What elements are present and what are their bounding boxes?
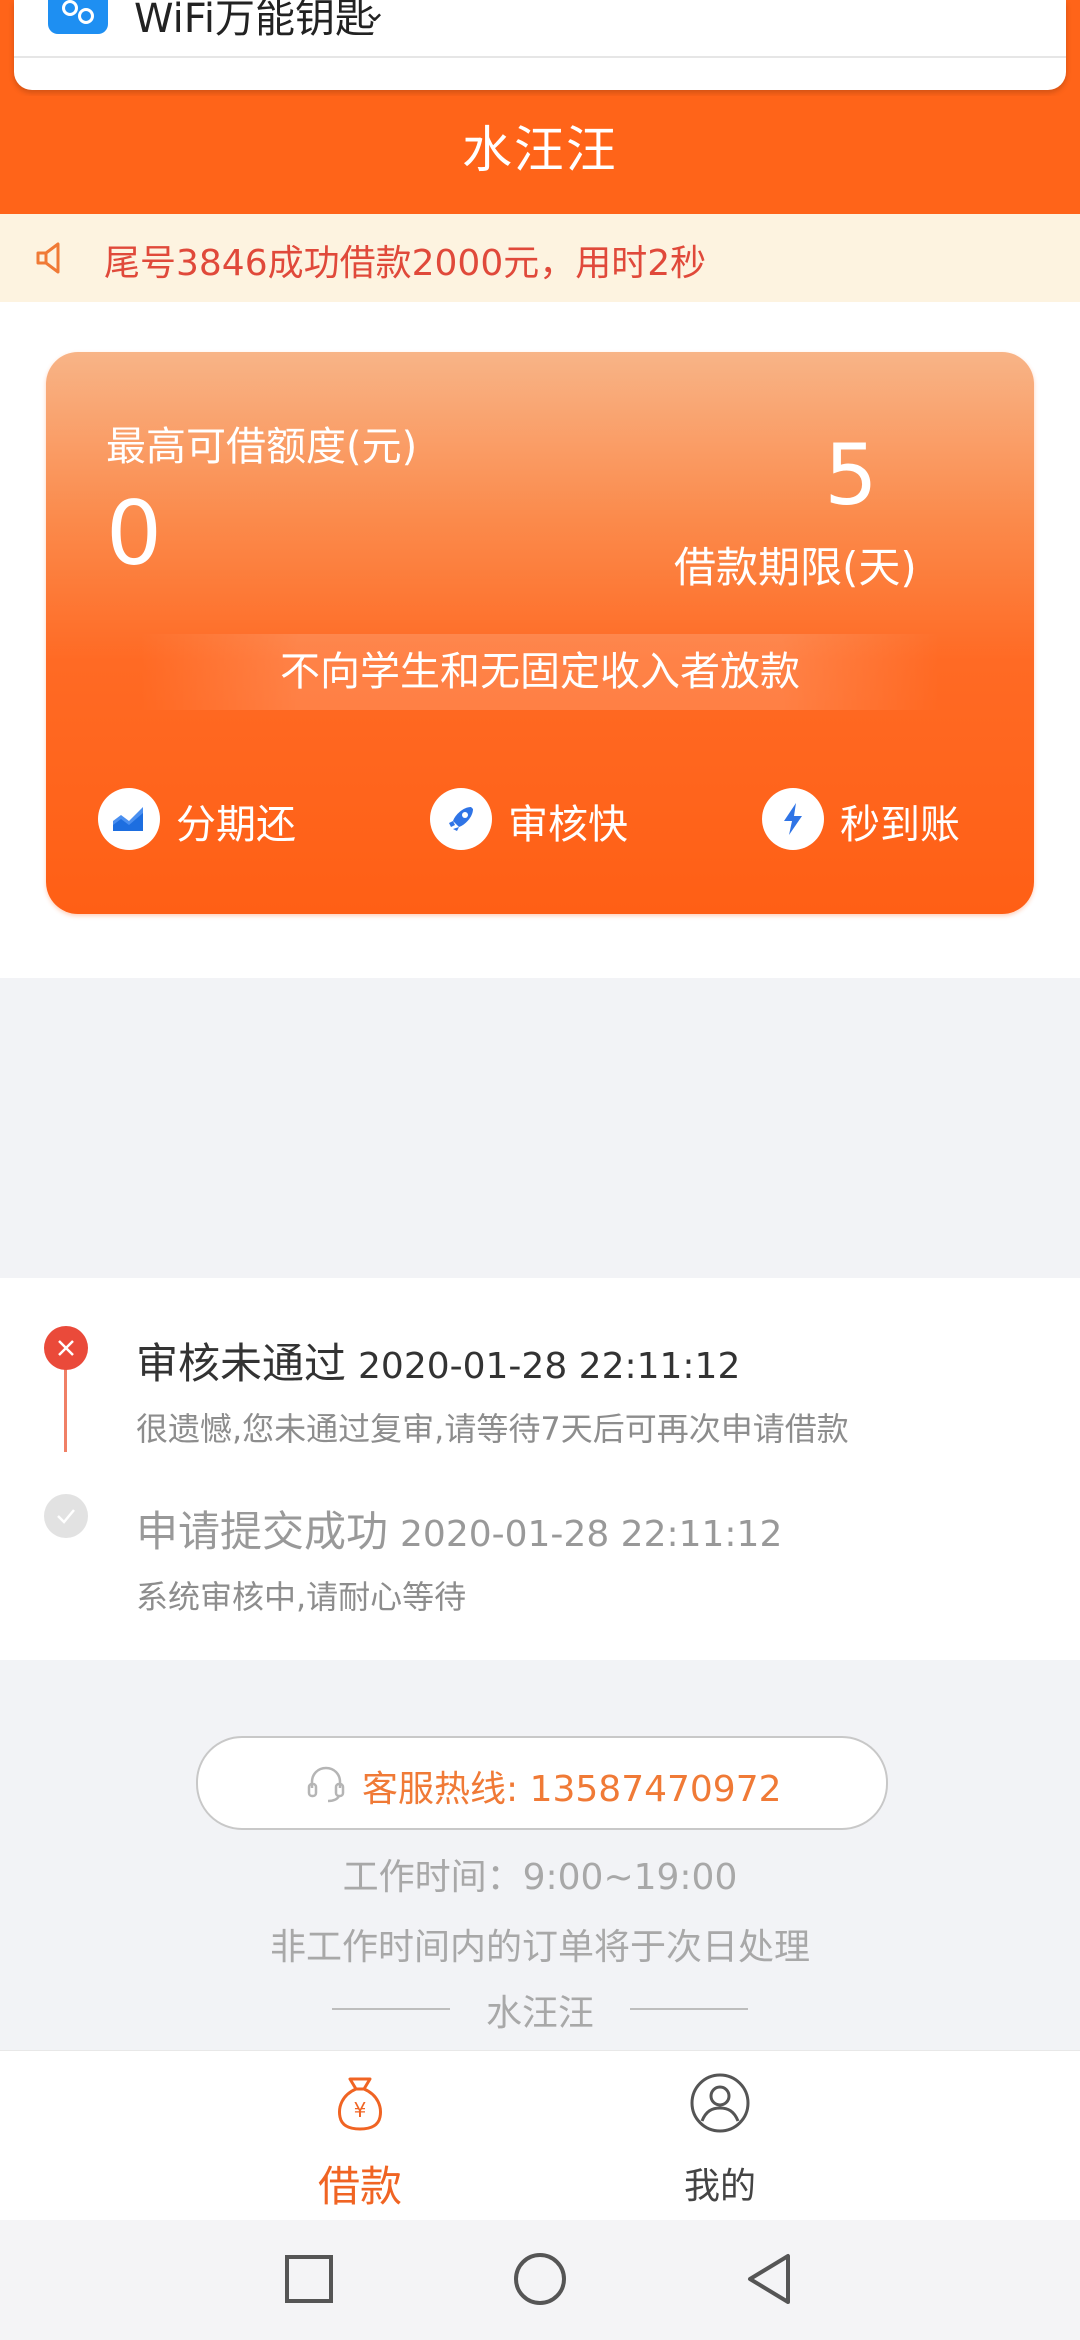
popup-header: WiFi万能钥匙 ⌄	[14, 0, 1066, 58]
tab-loan[interactable]: ¥ 借款	[240, 2051, 480, 2221]
page-header: 水汪汪	[0, 96, 1080, 214]
wifi-app-icon	[48, 0, 108, 34]
max-amount-label: 最高可借额度(元)	[106, 424, 418, 470]
loan-term-value: 5	[824, 426, 878, 524]
home-icon[interactable]	[505, 2244, 575, 2314]
max-amount-value: 0	[106, 482, 162, 585]
loan-card-area: 最高可借额度(元) 0 5 借款期限(天) 不向学生和无固定收入者放款 分期还	[0, 302, 1080, 978]
policy-strip: 不向学生和无固定收入者放款	[140, 634, 940, 710]
review-timeline: 审核未通过 2020-01-28 22:11:12 很遗憾,您未通过复审,请等待7…	[0, 1278, 1080, 1660]
spacer	[0, 978, 1080, 1278]
timeline-item-time: 2020-01-28 22:11:12	[400, 1514, 783, 1555]
loan-card: 最高可借额度(元) 0 5 借款期限(天) 不向学生和无固定收入者放款 分期还	[46, 352, 1034, 914]
wifi-popup-card[interactable]: WiFi万能钥匙 ⌄	[14, 0, 1066, 90]
rocket-icon	[430, 788, 492, 850]
footer-brand: 水汪汪	[0, 1984, 1080, 2034]
timeline-item-title: 审核未通过 2020-01-28 22:11:12	[136, 1339, 741, 1388]
lightning-icon	[762, 788, 824, 850]
timeline-item-desc: 系统审核中,请耐心等待	[136, 1578, 467, 1616]
chevron-down-icon[interactable]: ⌄	[362, 0, 387, 29]
bottom-tab-bar: ¥ 借款 我的	[0, 2050, 1080, 2221]
money-bag-icon: ¥	[338, 2077, 382, 2131]
check-icon	[44, 1494, 88, 1538]
notice-bar: 尾号3846成功借款2000元，用时2秒	[0, 214, 1080, 302]
top-popup-background: WiFi万能钥匙 ⌄	[0, 0, 1080, 96]
tab-label: 借款	[317, 2162, 402, 2211]
hotline-text: 客服热线: 13587470972	[362, 1769, 782, 1810]
footer-brand-text: 水汪汪	[485, 1993, 594, 2034]
chart-icon	[98, 788, 160, 850]
svg-text:¥: ¥	[354, 2098, 367, 2122]
timeline-item-time: 2020-01-28 22:11:12	[358, 1346, 741, 1387]
popup-app-title: WiFi万能钥匙	[134, 0, 375, 42]
megaphone-icon	[36, 242, 60, 274]
timeline-item-title: 申请提交成功 2020-01-28 22:11:12	[136, 1507, 783, 1556]
divider	[630, 2008, 748, 2010]
recent-apps-icon[interactable]	[274, 2244, 344, 2314]
loan-term-label: 借款期限(天)	[674, 543, 917, 592]
headset-icon	[307, 1766, 345, 1803]
page-title: 水汪汪	[462, 121, 618, 179]
timeline-item-desc: 很遗憾,您未通过复审,请等待7天后可再次申请借款	[136, 1410, 849, 1448]
tab-mine[interactable]: 我的	[600, 2051, 840, 2221]
tab-label: 我的	[683, 2166, 756, 2207]
hotline-button[interactable]: 客服热线: 13587470972	[196, 1736, 888, 1830]
fail-x-icon	[44, 1326, 88, 1370]
notice-text: 尾号3846成功借款2000元，用时2秒	[104, 243, 707, 284]
feature-label: 秒到账	[840, 802, 960, 848]
work-hours: 工作时间：9:00~19:00	[342, 1857, 738, 1898]
feature-label: 审核快	[508, 802, 628, 848]
feature-label: 分期还	[176, 802, 296, 848]
user-icon	[690, 2073, 750, 2133]
back-icon[interactable]	[736, 2244, 806, 2314]
system-nav-bar	[0, 2220, 1080, 2340]
work-hours-note: 非工作时间内的订单将于次日处理	[269, 1927, 810, 1968]
